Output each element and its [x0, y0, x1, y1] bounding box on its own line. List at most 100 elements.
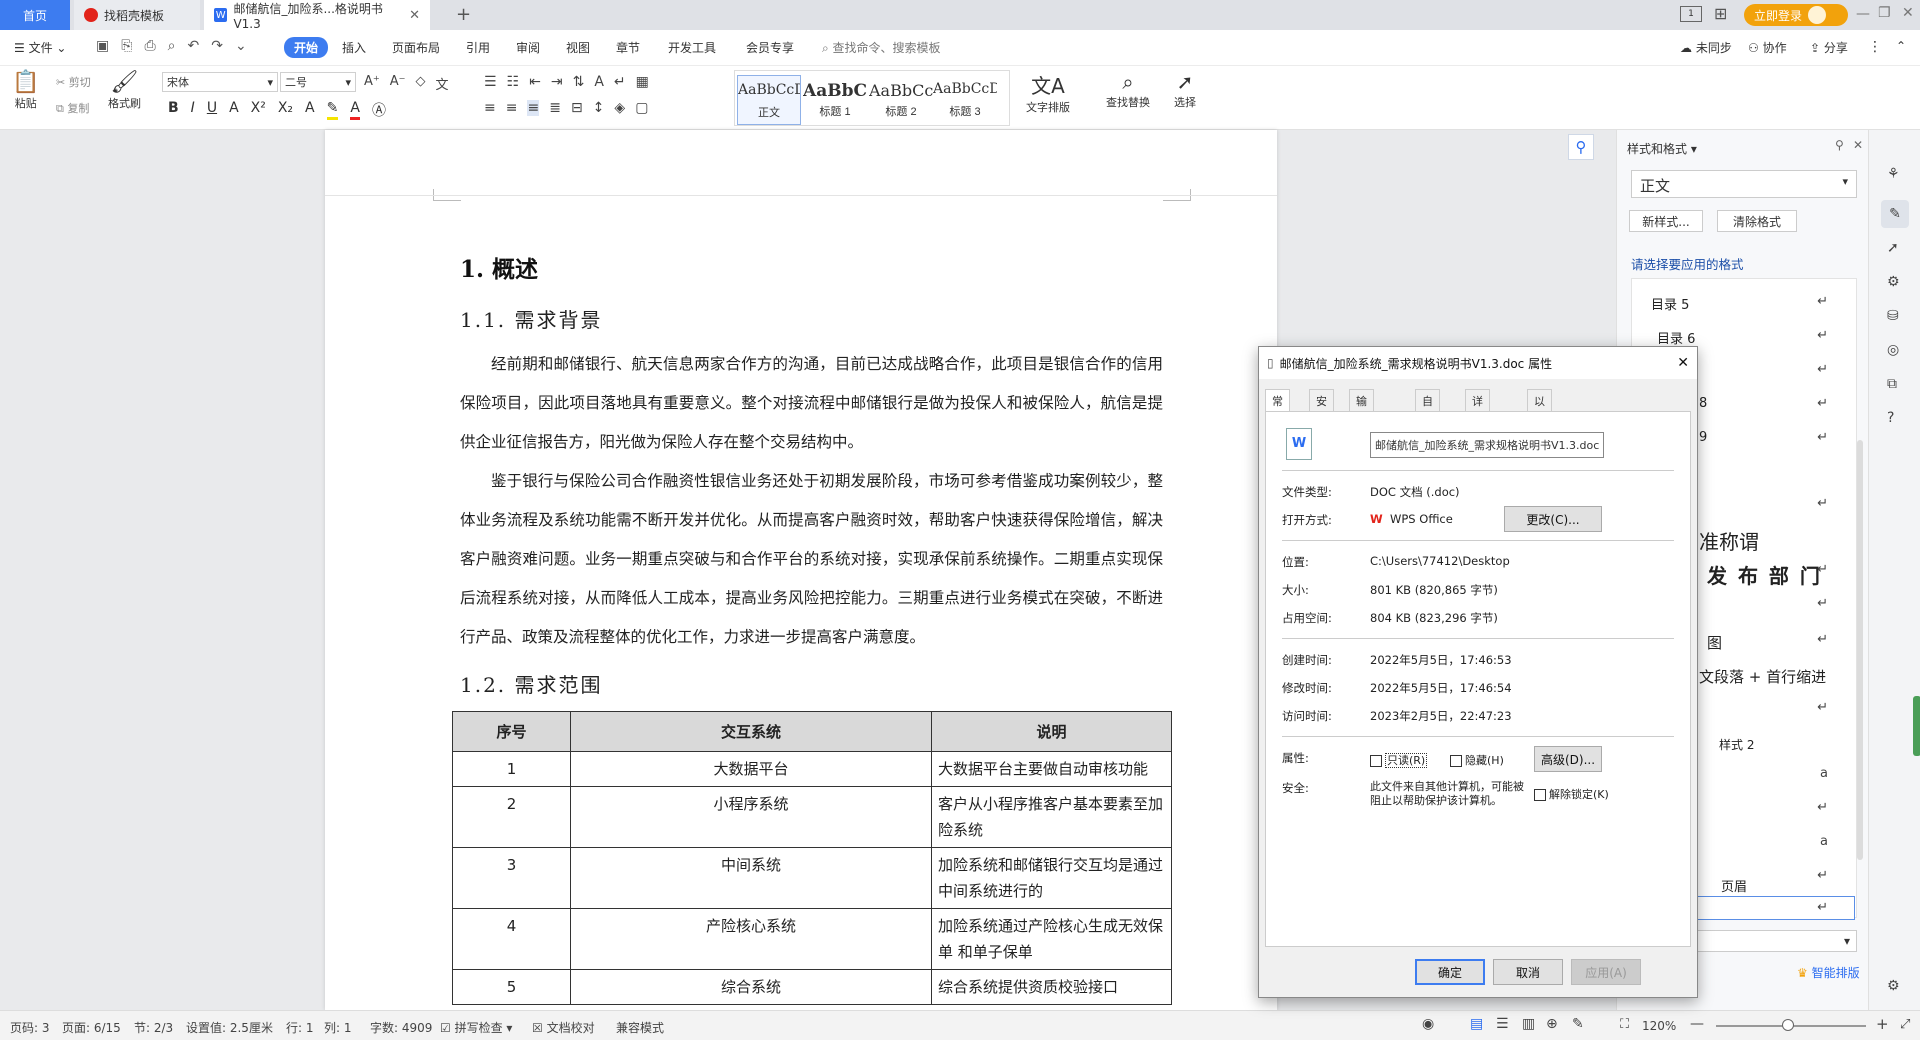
side-handle[interactable]	[1913, 696, 1920, 756]
menu-developer[interactable]: 开发工具	[668, 39, 716, 56]
font-color-icon[interactable]: A	[350, 100, 360, 120]
tab-output[interactable]: 输出转换	[1349, 389, 1374, 456]
web-view-icon[interactable]: ⊕	[1546, 1016, 1558, 1032]
cancel-button[interactable]: 取消	[1493, 959, 1563, 985]
menu-file[interactable]: ☰ 文件 ⌄	[14, 39, 66, 56]
indent-icon[interactable]: ⇥	[551, 74, 563, 90]
style-list-item[interactable]: 8	[1699, 396, 1707, 411]
tab-previous[interactable]: 以前的版本	[1527, 389, 1552, 472]
style-list-item[interactable]: 文段落 + 首行缩进	[1699, 666, 1826, 687]
status-page[interactable]: 页面: 6/15	[62, 1019, 121, 1036]
collab-button[interactable]: ⚇ 协作	[1748, 39, 1787, 56]
select-cursor-icon[interactable]: ➚	[1887, 240, 1899, 256]
close-panel-icon[interactable]: ✕	[1853, 138, 1863, 152]
new-style-button[interactable]: 新样式...	[1629, 210, 1703, 232]
outdent-icon[interactable]: ⇤	[529, 74, 541, 90]
restore-icon[interactable]: ❐	[1878, 5, 1891, 21]
menu-review[interactable]: 审阅	[516, 39, 540, 56]
menu-view[interactable]: 视图	[566, 39, 590, 56]
sort-icon[interactable]: ⇅	[573, 74, 585, 90]
style-list-item[interactable]: 发 布 部 门	[1707, 560, 1822, 589]
tab-custom[interactable]: 自定义	[1415, 389, 1440, 440]
properties-icon[interactable]: ⚙	[1887, 274, 1900, 290]
style-heading-3[interactable]: AaBbCcD 标题 3	[933, 75, 997, 125]
pin-icon[interactable]: ⚲	[1835, 138, 1844, 152]
distributed-icon[interactable]: ⊟	[571, 100, 583, 116]
change-button[interactable]: 更改(C)...	[1504, 506, 1602, 532]
zoom-out-icon[interactable]: —	[1690, 1016, 1704, 1032]
print-preview-icon[interactable]: ⌕	[168, 38, 176, 54]
paragraph-mark-icon[interactable]: ↵	[614, 74, 626, 90]
pinyin-icon[interactable]: 文	[436, 74, 449, 93]
text-layout-button[interactable]: 文A 文字排版	[1026, 70, 1070, 115]
menu-start[interactable]: 开始	[284, 37, 329, 58]
char-border-icon[interactable]: Ⓐ	[372, 100, 386, 120]
line-spacing-icon[interactable]: ↕	[593, 100, 605, 116]
readonly-checkbox[interactable]: 只读(R)	[1370, 752, 1428, 768]
italic-icon[interactable]: I	[191, 100, 195, 120]
bold-icon[interactable]: B	[168, 100, 179, 120]
strikethrough-icon[interactable]: A	[229, 100, 239, 120]
menu-chapter[interactable]: 章节	[616, 39, 640, 56]
apps-grid-icon[interactable]: ⊞	[1714, 4, 1727, 23]
location-pin-icon[interactable]: ⚲	[1568, 134, 1594, 160]
undo-icon[interactable]: ↶	[187, 38, 199, 54]
style-heading-1[interactable]: AaBbCc 标题 1	[803, 75, 867, 125]
menu-insert[interactable]: 插入	[342, 39, 366, 56]
new-tab-icon[interactable]: +	[456, 4, 471, 25]
spell-check-button[interactable]: ☑ 拼写检查 ▾	[440, 1019, 512, 1036]
backup-icon[interactable]: ⛁	[1887, 308, 1899, 324]
decrease-font-icon[interactable]: A⁻	[390, 74, 406, 93]
menu-member[interactable]: 会员专享	[746, 39, 794, 56]
align-center-icon[interactable]: ≡	[506, 100, 518, 116]
close-tab-icon[interactable]: ✕	[409, 8, 420, 23]
settings-gear-icon[interactable]: ⚙	[1887, 978, 1900, 994]
select-button[interactable]: ➚ 选择	[1174, 70, 1196, 110]
chevron-down-icon[interactable]: ⌄	[235, 38, 247, 54]
style-heading-2[interactable]: AaBbCc 标题 2	[869, 75, 933, 125]
mini-program-icon[interactable]: ⚘	[1887, 166, 1900, 182]
fullscreen-icon[interactable]: ⤢	[1900, 1017, 1910, 1032]
font-name-select[interactable]: 宋体 ▾	[162, 72, 278, 92]
tab-security[interactable]: 安全	[1309, 389, 1334, 424]
tab-details[interactable]: 详细信息	[1465, 389, 1490, 456]
chinese-layout-icon[interactable]: A	[594, 74, 604, 90]
style-list-item[interactable]: 页眉	[1721, 876, 1747, 895]
location-icon[interactable]: ◎	[1887, 342, 1899, 358]
style-list-item[interactable]: 目录 5	[1651, 294, 1689, 313]
style-panel-title[interactable]: 样式和格式 ▾	[1627, 140, 1697, 157]
style-edit-icon[interactable]: ✎	[1881, 200, 1909, 228]
clear-format-button[interactable]: 清除格式	[1717, 210, 1797, 232]
bullets-icon[interactable]: ☰	[484, 74, 497, 90]
fit-page-icon[interactable]: ⛶	[1620, 1017, 1629, 1032]
eye-protect-icon[interactable]: ◉	[1422, 1016, 1434, 1032]
status-setting[interactable]: 设置值: 2.5厘米	[186, 1019, 273, 1036]
tab-general[interactable]: 常规	[1265, 389, 1290, 424]
collapse-ribbon-icon[interactable]: ⌃	[1896, 39, 1906, 53]
export-pdf-icon[interactable]: ⎘	[121, 38, 132, 54]
advanced-button[interactable]: 高级(D)...	[1534, 746, 1602, 772]
close-icon[interactable]: ✕	[1677, 355, 1689, 371]
hidden-checkbox[interactable]: 隐藏(H)	[1450, 752, 1504, 768]
outline-view-icon[interactable]: ☰	[1496, 1016, 1509, 1032]
align-right-icon[interactable]: ≡	[527, 100, 540, 116]
menu-reference[interactable]: 引用	[466, 39, 490, 56]
style-normal[interactable]: AaBbCcDd 正文	[737, 75, 801, 125]
text-effect-icon[interactable]: A	[305, 100, 315, 120]
paste-button[interactable]: 📋 粘贴	[12, 70, 39, 111]
ok-button[interactable]: 确定	[1415, 959, 1485, 985]
shading-icon[interactable]: ◈	[614, 100, 625, 116]
doc-proof-button[interactable]: ☒ 文档校对	[532, 1019, 595, 1036]
clear-format-icon[interactable]: ◇	[416, 74, 426, 93]
numbering-icon[interactable]: ☷	[507, 74, 520, 90]
more-icon[interactable]: ⋮	[1868, 39, 1882, 55]
style-list-item[interactable]: 目录 6	[1657, 328, 1695, 347]
annotate-icon[interactable]: ✎	[1572, 1016, 1584, 1032]
increase-font-icon[interactable]: A⁺	[364, 74, 380, 93]
smart-layout-button[interactable]: ♛ 智能排版	[1797, 964, 1860, 981]
highlight-icon[interactable]: ✎	[326, 100, 339, 120]
help-icon[interactable]: ?	[1887, 410, 1894, 426]
zoom-level[interactable]: 120%	[1642, 1019, 1676, 1033]
filename-input[interactable]: 邮储航信_加险系统_需求规格说明书V1.3.doc	[1370, 432, 1604, 458]
borders-icon[interactable]: ▢	[635, 100, 648, 116]
